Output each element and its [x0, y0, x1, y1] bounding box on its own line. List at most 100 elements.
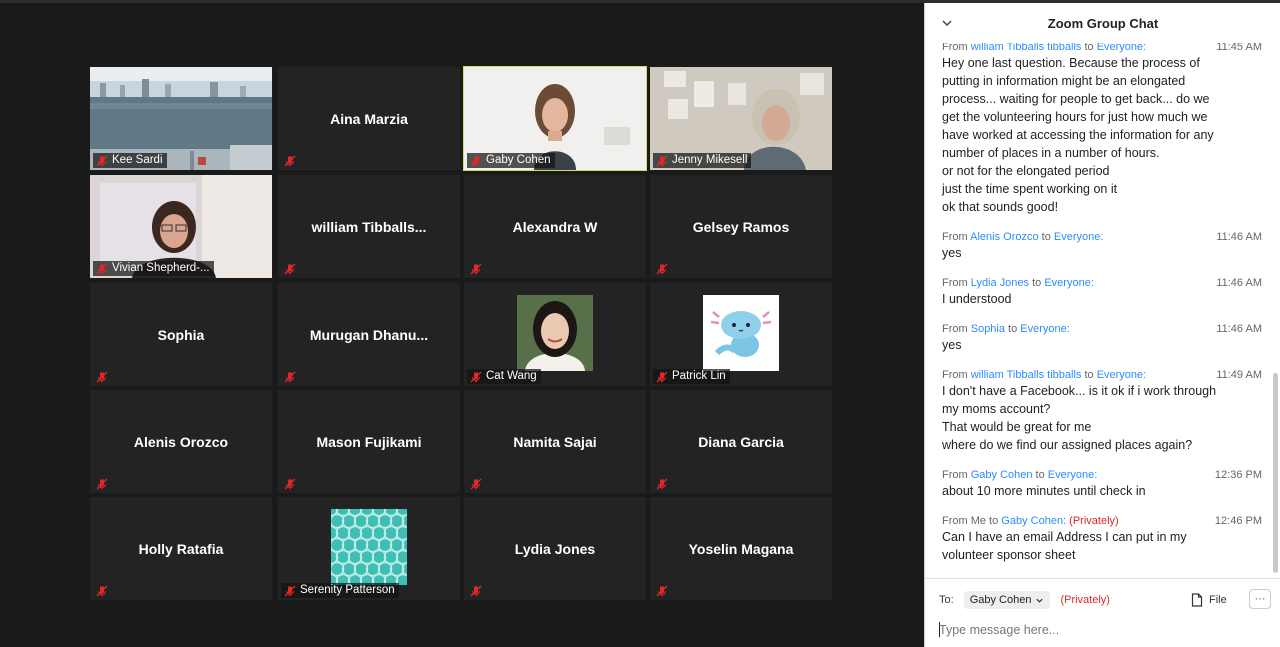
chat-message: From Gaby Cohen to Everyone: 12:36 PM abou…: [942, 468, 1262, 500]
chat-header: Zoom Group Chat: [925, 3, 1280, 43]
file-label: File: [1209, 594, 1227, 606]
message-sender[interactable]: william Tibballs tibballs: [971, 43, 1082, 53]
message-recipient[interactable]: Everyone:: [1048, 469, 1098, 481]
message-to-word: to: [1038, 231, 1054, 243]
message-from-prefix: From: [942, 277, 971, 289]
muted-mic-icon: [470, 584, 482, 597]
message-sender[interactable]: william Tibballs tibballs: [971, 369, 1082, 381]
message-meta: From Gaby Cohen to Everyone: 12:36 PM: [942, 468, 1262, 482]
participant-tile[interactable]: Alenis Orozco: [90, 390, 272, 493]
message-text: number of places in a number of hours.: [942, 146, 1160, 160]
message-from-prefix: From: [942, 369, 971, 381]
message-time: 11:45 AM: [1216, 43, 1262, 53]
message-recipient[interactable]: Everyone:: [1097, 369, 1147, 381]
participant-tile[interactable]: Serenity Patterson: [278, 497, 460, 600]
participant-tile[interactable]: Sophia: [90, 283, 272, 386]
message-text: Can I have an email Address I can put in…: [942, 530, 1187, 544]
chat-messages[interactable]: From william Tibballs tibballs to Everyo…: [925, 43, 1269, 579]
participant-tile[interactable]: Diana Garcia: [650, 390, 832, 493]
participant-tile[interactable]: Kee Sardi: [90, 67, 272, 170]
participant-label-text: Cat Wang: [486, 370, 537, 382]
message-meta: From Lydia Jones to Everyone: 11:46 AM: [942, 276, 1262, 290]
participant-tile[interactable]: Murugan Dhanu...: [278, 283, 460, 386]
participant-tile[interactable]: Lydia Jones: [464, 497, 646, 600]
participant-tile[interactable]: Gaby Cohen: [463, 66, 647, 171]
muted-mic-icon: [284, 370, 296, 383]
message-text: yes: [942, 338, 962, 352]
message-sender[interactable]: Gaby Cohen: [971, 469, 1033, 481]
file-button[interactable]: File: [1191, 593, 1227, 607]
participant-tile[interactable]: Vivian Shepherd-...: [90, 175, 272, 278]
participant-name: Yoselin Magana: [688, 540, 794, 557]
participant-name: Namita Sajai: [513, 433, 597, 450]
message-text: about 10 more minutes until check in: [942, 484, 1146, 498]
participant-name: Lydia Jones: [514, 540, 596, 557]
participant-name: Murugan Dhanu...: [309, 326, 429, 343]
participant-name: Gelsey Ramos: [692, 218, 790, 235]
chat-panel: Zoom Group Chat From william Tibballs ti…: [924, 3, 1280, 647]
message-recipient[interactable]: Everyone:: [1044, 277, 1094, 289]
message-privacy: (Privately): [1066, 515, 1119, 527]
message-sender[interactable]: Sophia: [971, 323, 1005, 335]
message-meta: From Alenis Orozco to Everyone: 11:46 AM: [942, 230, 1262, 244]
message-recipient[interactable]: Gaby Cohen:: [1001, 515, 1066, 527]
chat-scrollbar[interactable]: [1273, 373, 1278, 573]
muted-mic-icon: [656, 584, 668, 597]
muted-mic-icon: [96, 155, 108, 167]
message-text: That would be great for me: [942, 420, 1092, 434]
recipient-select[interactable]: Gaby Cohen: [963, 591, 1051, 609]
message-text: get the volunteering hours for just how …: [942, 110, 1208, 124]
message-from-prefix: From: [942, 323, 971, 335]
message-recipient[interactable]: Everyone:: [1054, 231, 1104, 243]
message-recipient[interactable]: Everyone:: [1097, 43, 1147, 53]
message-recipient[interactable]: Everyone:: [1020, 323, 1070, 335]
message-text: Hey one last question. Because the proce…: [942, 56, 1200, 70]
message-sender[interactable]: Alenis Orozco: [970, 231, 1038, 243]
chevron-down-icon[interactable]: [941, 17, 953, 29]
message-sender[interactable]: Lydia Jones: [971, 277, 1029, 289]
participant-tile[interactable]: Patrick Lin: [650, 283, 832, 386]
participant-tile[interactable]: Cat Wang: [464, 283, 646, 386]
message-text: putting in information might be an elong…: [942, 74, 1186, 88]
privacy-label: (Privately): [1060, 594, 1110, 606]
participant-name: Diana Garcia: [698, 433, 784, 450]
recipient-row: To: Gaby Cohen (Privately): [939, 591, 1110, 609]
participant-tile[interactable]: Gelsey Ramos: [650, 175, 832, 278]
participant-tile[interactable]: Jenny Mikesell: [650, 67, 832, 170]
more-options-button[interactable]: ···: [1249, 589, 1271, 609]
message-text: I understood: [942, 292, 1012, 306]
muted-mic-icon: [470, 477, 482, 490]
message-from-prefix: From: [942, 231, 971, 243]
message-time: 11:46 AM: [1216, 231, 1262, 243]
participant-tile[interactable]: Mason Fujikami: [278, 390, 460, 493]
participant-name: william Tibballs...: [311, 218, 427, 235]
participant-tile[interactable]: Yoselin Magana: [650, 497, 832, 600]
message-meta: From Sophia to Everyone: 11:46 AM: [942, 322, 1262, 336]
message-time: 11:46 AM: [1216, 323, 1262, 335]
message-text: where do we find our assigned places aga…: [942, 438, 1193, 452]
chevron-down-icon: [1036, 598, 1044, 603]
message-text: I don't have a Facebook... is it ok if i…: [942, 384, 1217, 398]
muted-mic-icon: [656, 371, 668, 383]
participant-tile[interactable]: Aina Marzia: [278, 67, 460, 170]
participant-label-text: Patrick Lin: [672, 370, 726, 382]
muted-mic-icon: [656, 477, 668, 490]
participant-label-text: Serenity Patterson: [300, 584, 395, 596]
muted-mic-icon: [96, 477, 108, 490]
muted-mic-icon: [656, 262, 668, 275]
participant-label: Gaby Cohen: [467, 153, 555, 168]
participant-label-text: Kee Sardi: [112, 154, 163, 166]
message-input[interactable]: [939, 621, 1259, 639]
video-gallery: Kee Sardi Aina Marzia Gaby Cohen Jenny Mike…: [90, 66, 832, 601]
muted-mic-icon: [96, 584, 108, 597]
participant-tile[interactable]: Alexandra W: [464, 175, 646, 278]
participant-tile[interactable]: Holly Ratafia: [90, 497, 272, 600]
chat-footer: To: Gaby Cohen (Privately) File ···: [925, 578, 1280, 647]
participant-tile[interactable]: william Tibballs...: [278, 175, 460, 278]
message-text: ok that sounds good!: [942, 200, 1059, 214]
muted-mic-icon: [284, 262, 296, 275]
message-to-word: to: [1005, 323, 1021, 335]
participant-tile[interactable]: Namita Sajai: [464, 390, 646, 493]
chat-message: From Me to Gaby Cohen: (Privately) 12:46 …: [942, 514, 1262, 564]
participant-label: Serenity Patterson: [281, 583, 399, 598]
